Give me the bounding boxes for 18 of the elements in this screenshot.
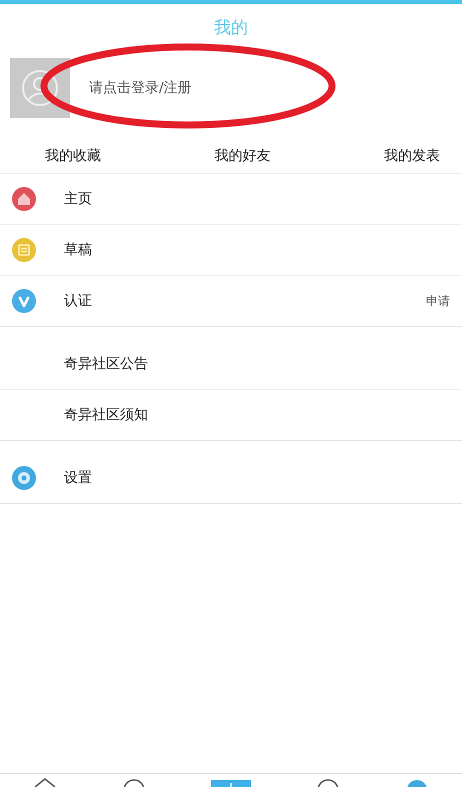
menu-item[interactable]: 草稿	[0, 225, 462, 276]
tab[interactable]: 我的收藏	[45, 147, 101, 165]
user-icon	[20, 68, 60, 108]
login-link[interactable]: 请点击登录/注册	[89, 79, 192, 97]
profile-tab-icon[interactable]	[405, 777, 430, 787]
home-icon[interactable]	[32, 777, 57, 787]
menu-item[interactable]: 奇异社区须知	[0, 390, 462, 440]
tab[interactable]: 我的好友	[214, 147, 270, 165]
menu-item[interactable]: 奇异社区公告	[0, 339, 462, 390]
settings-icon	[12, 466, 36, 490]
menu-item[interactable]: 主页	[0, 174, 462, 225]
menu-item[interactable]: 认证 申请	[0, 276, 462, 326]
tab[interactable]: 我的发表	[384, 147, 440, 165]
menu-item[interactable]: 设置	[0, 453, 462, 503]
verified-icon	[12, 289, 36, 313]
note-icon	[12, 238, 36, 262]
page-title: 我的	[214, 17, 248, 39]
house-icon	[12, 187, 36, 211]
